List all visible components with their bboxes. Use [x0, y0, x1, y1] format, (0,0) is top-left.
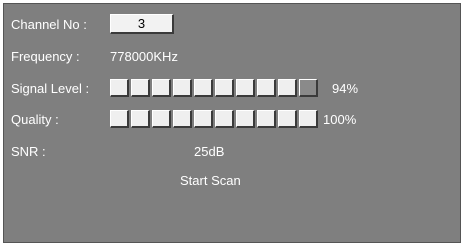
signal-level-segment [194, 79, 213, 97]
snr-value: 25dB [194, 144, 225, 159]
quality-label: Quality : [11, 112, 59, 127]
quality-segment [131, 110, 150, 128]
frequency-label: Frequency : [11, 49, 80, 64]
signal-level-segment [110, 79, 129, 97]
signal-level-segment [257, 79, 276, 97]
channel-scan-panel: Channel No : 3 Frequency : 778000KHz Sig… [3, 3, 461, 243]
signal-level-segment [152, 79, 171, 97]
snr-label: SNR : [11, 144, 46, 159]
signal-level-segment [236, 79, 255, 97]
quality-segment [194, 110, 213, 128]
channel-number-button[interactable]: 3 [110, 14, 174, 34]
signal-level-label: Signal Level : [11, 81, 90, 96]
quality-segment [152, 110, 171, 128]
quality-value: 100% [323, 112, 357, 127]
quality-segment [215, 110, 234, 128]
quality-segment [236, 110, 255, 128]
signal-level-bar [110, 79, 320, 97]
signal-level-segment [131, 79, 150, 97]
quality-segment [257, 110, 276, 128]
channel-no-label: Channel No : [11, 17, 87, 32]
signal-level-segment [278, 79, 297, 97]
frequency-value: 778000KHz [110, 49, 178, 64]
signal-level-segment [299, 79, 318, 97]
signal-level-segment [215, 79, 234, 97]
start-scan-button[interactable]: Start Scan [180, 173, 241, 188]
quality-segment [299, 110, 318, 128]
quality-segment [110, 110, 129, 128]
quality-bar [110, 110, 320, 128]
quality-segment [173, 110, 192, 128]
signal-level-value: 94% [332, 81, 359, 96]
quality-segment [278, 110, 297, 128]
signal-level-segment [173, 79, 192, 97]
